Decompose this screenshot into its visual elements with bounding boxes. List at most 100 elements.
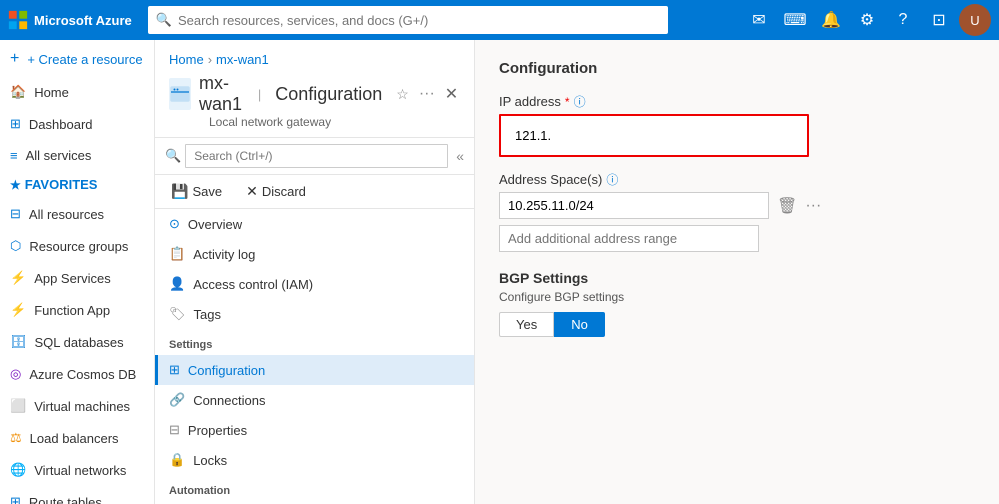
vm-icon: ⬜	[10, 398, 26, 414]
sidebar-item-function-app[interactable]: ⚡ Function App	[0, 294, 154, 326]
sidebar-item-app-services[interactable]: ⚡ App Services	[0, 262, 154, 294]
sidebar-item-vm[interactable]: ⬜ Virtual machines	[0, 390, 154, 422]
vnet-icon: 🌐	[10, 462, 26, 478]
resource-title-row: mx-wan1 | Configuration ☆ ··· ✕	[169, 73, 460, 115]
content-area: Configuration IP address * ⓘ Address Spa…	[475, 40, 999, 504]
sidebar-item-sql[interactable]: 🗄 SQL databases	[0, 326, 154, 358]
resource-groups-icon: ⬡	[10, 238, 21, 254]
sidebar-item-dashboard[interactable]: ⊞ Dashboard	[0, 108, 154, 140]
locks-icon: 🔒	[169, 452, 185, 468]
favorites-label: ★ FAVORITES	[0, 171, 154, 198]
bgp-section: BGP Settings Configure BGP settings Yes …	[499, 270, 975, 337]
activity-log-icon: 📋	[169, 246, 185, 262]
ip-address-group: IP address * ⓘ	[499, 93, 975, 157]
properties-icon: ⊟	[169, 422, 180, 438]
create-resource-btn[interactable]: + + Create a resource	[0, 40, 154, 76]
sidebar-item-all-resources[interactable]: ⊟ All resources	[0, 198, 154, 230]
sidebar-item-all-services[interactable]: ≡ All services	[0, 140, 154, 171]
panel-search-bar: 🔍 «	[155, 138, 474, 175]
sql-icon: 🗄	[10, 334, 27, 350]
breadcrumb-home[interactable]: Home	[169, 52, 204, 67]
address-space-group: Address Space(s) ⓘ 🗑 ···	[499, 171, 975, 252]
menu-item-connections[interactable]: 🔗 Connections	[155, 385, 474, 415]
lb-icon: ⚖	[10, 430, 22, 446]
star-icon: ★	[10, 178, 21, 192]
all-services-icon: ≡	[10, 148, 18, 163]
resource-header: Home › mx-wan1 mx-wan1 | Configuration ☆	[155, 40, 474, 138]
address-space-input[interactable]	[499, 192, 769, 219]
search-input[interactable]	[178, 13, 660, 28]
required-indicator: *	[565, 95, 570, 109]
sidebar-item-lb[interactable]: ⚖ Load balancers	[0, 422, 154, 454]
connections-icon: 🔗	[169, 392, 185, 408]
discard-button[interactable]: ✕ Discard	[240, 179, 312, 204]
more-options-btn[interactable]: ···	[419, 85, 435, 103]
favorite-star-btn[interactable]: ☆	[396, 86, 409, 103]
search-icon: 🔍	[156, 12, 172, 28]
ip-address-label: IP address * ⓘ	[499, 93, 975, 110]
menu-item-overview[interactable]: ⊙ Overview	[155, 209, 474, 239]
menu-item-properties[interactable]: ⊟ Properties	[155, 415, 474, 445]
menu-item-iam[interactable]: 👤 Access control (IAM)	[155, 269, 474, 299]
help-icon[interactable]: ?	[887, 4, 919, 36]
menu-item-activity-log[interactable]: 📋 Activity log	[155, 239, 474, 269]
avatar[interactable]: U	[959, 4, 991, 36]
breadcrumb: Home › mx-wan1	[169, 52, 460, 67]
topbar: Microsoft Azure 🔍 ✉ ⌨ 🔔 ⚙ ? ⊡ U	[0, 0, 999, 40]
address-delete-icon[interactable]: 🗑	[777, 196, 797, 216]
panel-search-input[interactable]	[185, 144, 448, 168]
content-inner: Configuration IP address * ⓘ Address Spa…	[475, 40, 999, 504]
sidebar-item-home[interactable]: 🏠 Home	[0, 76, 154, 108]
feedback-icon[interactable]: ✉	[743, 4, 775, 36]
sidebar-item-cosmos[interactable]: ◎ Azure Cosmos DB	[0, 358, 154, 390]
sidebar: + + Create a resource 🏠 Home ⊞ Dashboard…	[0, 40, 155, 504]
dashboard-icon: ⊞	[10, 116, 21, 132]
save-button[interactable]: 💾 Save	[165, 179, 228, 204]
sidebar-item-route-tables[interactable]: ⊞ Route tables	[0, 486, 154, 504]
settings-icon[interactable]: ⚙	[851, 4, 883, 36]
address-space-info-icon[interactable]: ⓘ	[606, 171, 618, 188]
resource-subtitle: Local network gateway	[209, 115, 460, 129]
function-app-icon: ⚡	[10, 302, 26, 318]
sidebar-item-resource-groups[interactable]: ⬡ Resource groups	[0, 230, 154, 262]
app-logo: Microsoft Azure	[8, 10, 132, 30]
iam-icon: 👤	[169, 276, 185, 292]
config-icon: ⊞	[169, 362, 180, 378]
address-add-input[interactable]	[499, 225, 759, 252]
bgp-subtitle: Configure BGP settings	[499, 290, 975, 304]
resource-type-icon	[169, 78, 191, 110]
overview-icon: ⊙	[169, 216, 180, 232]
bgp-title: BGP Settings	[499, 270, 975, 286]
breadcrumb-sep: ›	[208, 52, 212, 67]
address-row-1: 🗑 ···	[499, 192, 975, 219]
bgp-yes-btn[interactable]: Yes	[499, 312, 554, 337]
cloud-shell-icon[interactable]: ⌨	[779, 4, 811, 36]
topbar-icons: ✉ ⌨ 🔔 ⚙ ? ⊡ U	[743, 4, 991, 36]
ip-address-input[interactable]	[509, 124, 799, 147]
close-panel-btn[interactable]: ✕	[443, 80, 460, 108]
menu-item-tags[interactable]: 🏷 Tags	[155, 299, 474, 329]
bgp-toggle-group: Yes No	[499, 312, 975, 337]
home-icon: 🏠	[10, 84, 26, 100]
bgp-no-btn[interactable]: No	[554, 312, 605, 337]
address-more-icon[interactable]: ···	[805, 197, 821, 215]
save-icon: 💾	[171, 183, 188, 200]
address-add-row	[499, 225, 975, 252]
resources-icon: ⊟	[10, 206, 21, 222]
global-search[interactable]: 🔍	[148, 6, 668, 34]
automation-section-label: Automation	[155, 475, 474, 501]
collapse-menu-btn[interactable]: «	[456, 148, 464, 164]
tags-icon: 🏷	[169, 306, 186, 322]
discard-icon: ✕	[246, 183, 258, 200]
route-tables-icon: ⊞	[10, 494, 21, 504]
panel-toolbar: 💾 Save ✕ Discard	[155, 175, 474, 209]
ip-address-info-icon[interactable]: ⓘ	[574, 93, 586, 110]
menu-item-configuration[interactable]: ⊞ Configuration	[155, 355, 474, 385]
sidebar-item-vnet[interactable]: 🌐 Virtual networks	[0, 454, 154, 486]
menu-item-locks[interactable]: 🔒 Locks	[155, 445, 474, 475]
settings-section-label: Settings	[155, 329, 474, 355]
address-space-label: Address Space(s) ⓘ	[499, 171, 975, 188]
directory-icon[interactable]: ⊡	[923, 4, 955, 36]
notifications-icon[interactable]: 🔔	[815, 4, 847, 36]
breadcrumb-resource[interactable]: mx-wan1	[216, 52, 269, 67]
